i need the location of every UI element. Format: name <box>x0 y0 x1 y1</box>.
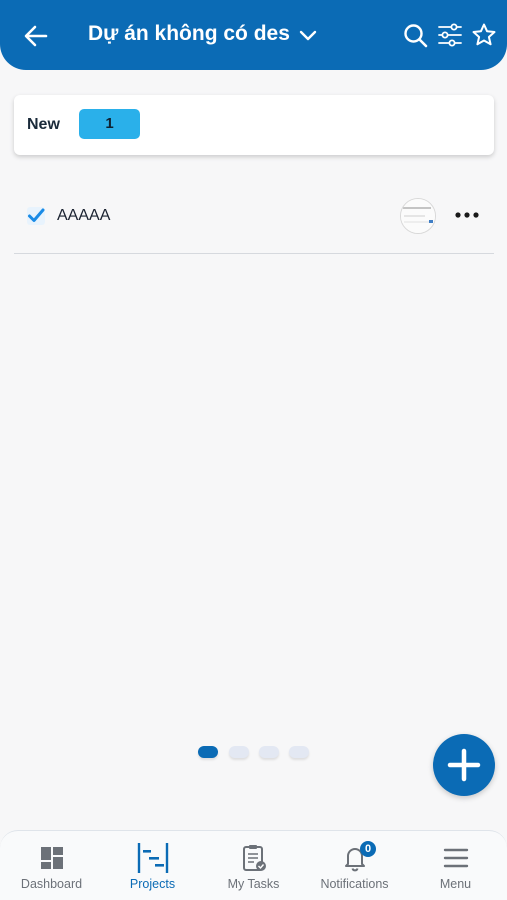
page-dot-active[interactable] <box>198 746 218 758</box>
nav-label: Dashboard <box>20 877 83 891</box>
nav-label: Projects <box>129 877 176 891</box>
checkbox-checked-icon[interactable] <box>26 206 46 226</box>
bottom-navigation: Dashboard Projects My Tasks 0 Notificati… <box>0 830 507 900</box>
notification-count-badge: 0 <box>360 841 376 857</box>
nav-item-my-tasks[interactable]: My Tasks <box>203 831 304 900</box>
page-dot[interactable] <box>259 746 279 758</box>
nav-item-projects[interactable]: Projects <box>102 831 203 900</box>
task-row[interactable]: AAAAA <box>14 182 494 254</box>
plus-icon <box>447 748 481 782</box>
nav-item-notifications[interactable]: 0 Notifications <box>304 831 405 900</box>
avatar <box>400 198 436 234</box>
star-icon[interactable] <box>471 22 497 48</box>
nav-label: Menu <box>439 877 472 891</box>
nav-item-dashboard[interactable]: Dashboard <box>1 831 102 900</box>
dashboard-icon <box>40 847 63 869</box>
nav-item-menu[interactable]: Menu <box>405 831 506 900</box>
page-dot[interactable] <box>229 746 249 758</box>
search-icon[interactable] <box>403 23 428 48</box>
more-horizontal-icon[interactable] <box>454 204 480 226</box>
page-dot[interactable] <box>289 746 309 758</box>
clipboard-tasks-icon <box>242 845 266 871</box>
chevron-down-icon[interactable] <box>298 26 318 46</box>
page-indicator <box>198 746 313 760</box>
nav-label: Notifications <box>320 877 389 891</box>
nav-label: My Tasks <box>227 877 280 891</box>
task-name[interactable]: AAAAA <box>57 207 110 225</box>
app-header: Dự án không có des <box>0 0 507 70</box>
projects-gantt-icon <box>137 843 168 873</box>
add-task-button[interactable] <box>433 734 495 796</box>
status-count-badge: 1 <box>79 109 140 139</box>
menu-icon <box>443 848 468 868</box>
status-label: New <box>27 116 60 133</box>
status-column-header: New 1 <box>14 95 494 155</box>
page-title[interactable]: Dự án không có des <box>88 22 290 46</box>
arrow-left-icon[interactable] <box>22 22 50 50</box>
filter-sliders-icon[interactable] <box>437 22 463 48</box>
